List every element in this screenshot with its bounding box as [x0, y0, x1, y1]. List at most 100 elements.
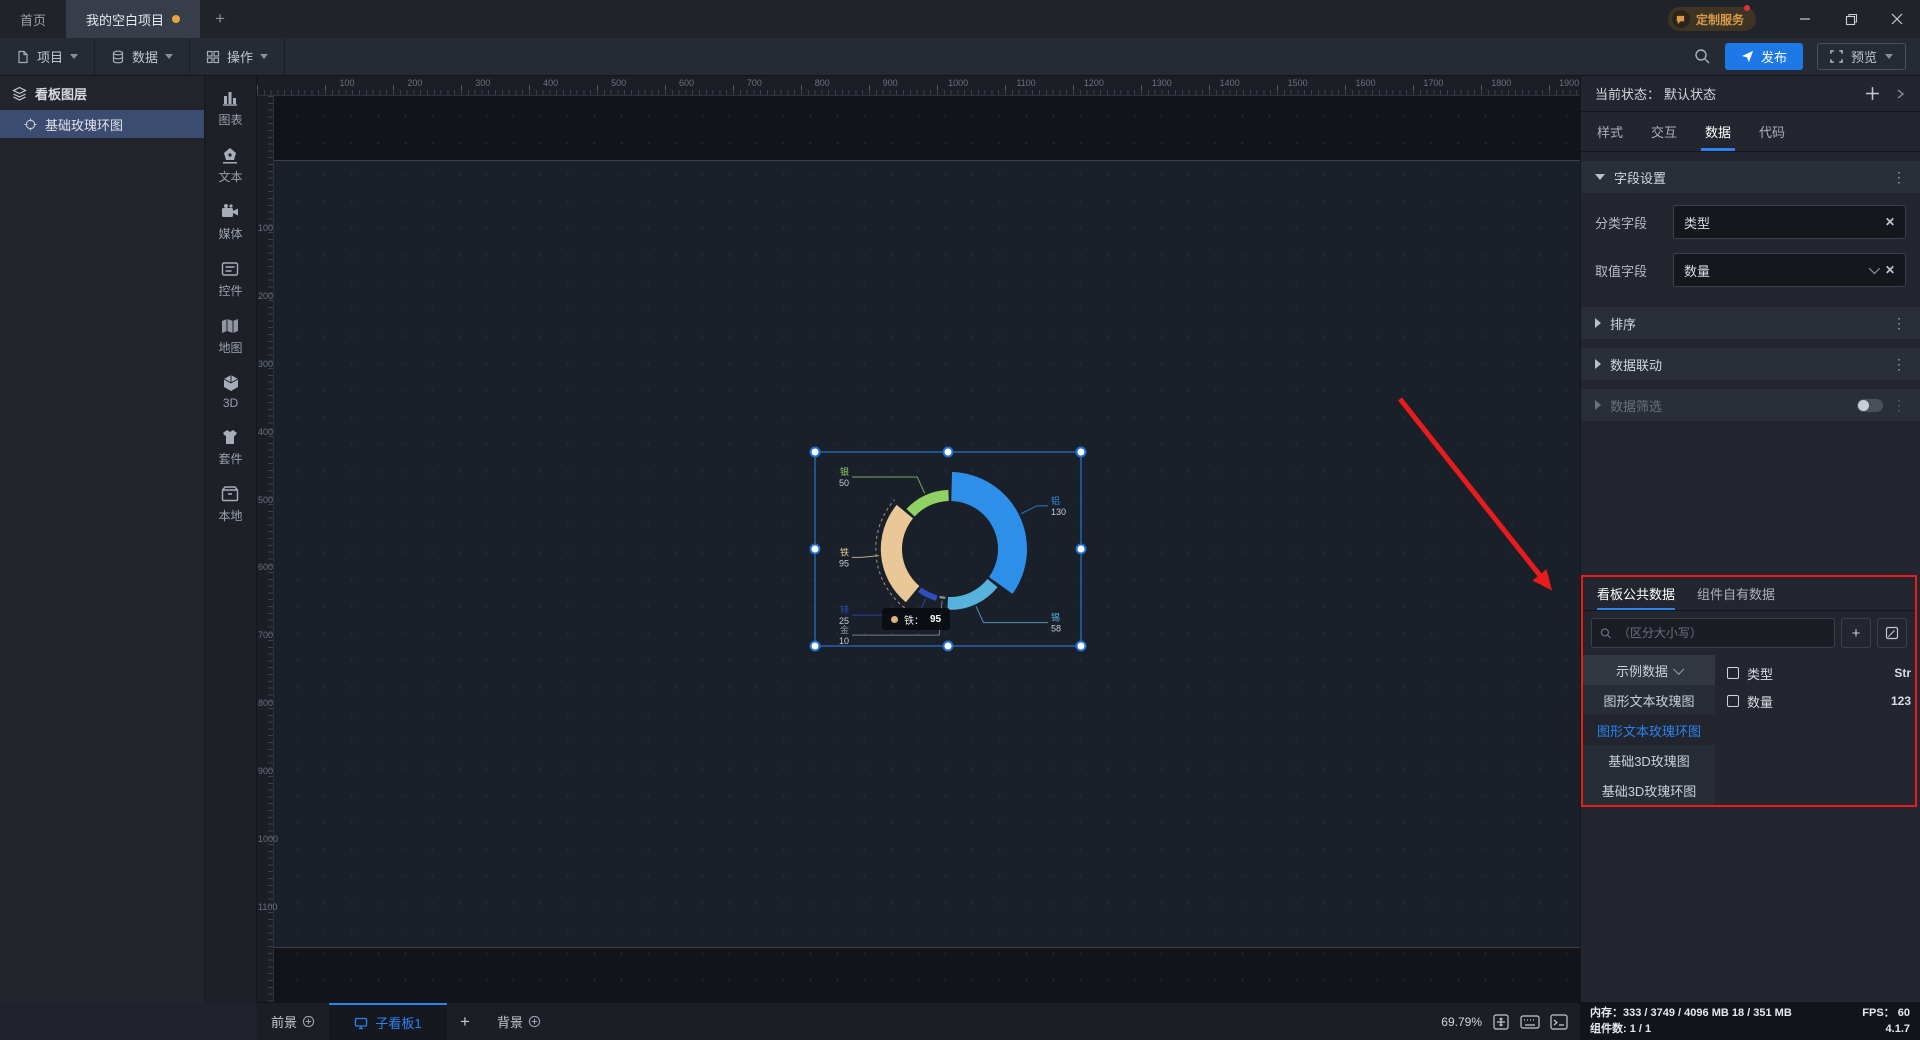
category-field-input[interactable]: 类型 ✕: [1673, 205, 1906, 239]
tab-board-shared-data[interactable]: 看板公共数据: [1597, 577, 1675, 610]
value-field-row: 取值字段 数量 ✕: [1581, 246, 1920, 294]
kebab-menu-icon[interactable]: ⋮: [1892, 315, 1906, 332]
resize-handle[interactable]: [944, 448, 953, 457]
tab-component-own-data[interactable]: 组件自有数据: [1697, 577, 1775, 610]
terminal-icon[interactable]: [1550, 1014, 1568, 1030]
slice-银[interactable]: [906, 490, 948, 517]
slice-label-name: 锡: [1051, 613, 1060, 623]
resize-handle[interactable]: [1077, 448, 1086, 457]
edit-dataset-button[interactable]: [1877, 618, 1907, 648]
kebab-menu-icon[interactable]: ⋮: [1892, 169, 1906, 186]
subboard-tab[interactable]: 子看板1: [329, 1003, 447, 1040]
chevron-down-icon: [165, 54, 173, 59]
menu-actions[interactable]: 操作: [190, 38, 285, 75]
tool-local[interactable]: 本地: [218, 484, 242, 524]
slice-锌[interactable]: [918, 588, 937, 601]
resize-handle[interactable]: [944, 642, 953, 651]
chart-tooltip: 铁： 95: [882, 608, 950, 630]
clear-icon[interactable]: ✕: [1885, 215, 1895, 229]
tool-text[interactable]: 文本: [218, 145, 242, 185]
tool-kits[interactable]: 套件: [218, 427, 242, 467]
search-icon: [1600, 627, 1612, 640]
layer-item-rose-ring[interactable]: 基础玫瑰环图: [0, 110, 204, 138]
kebab-menu-icon[interactable]: ⋮: [1892, 397, 1906, 414]
design-canvas[interactable]: 1002003004005006007008009001000110012001…: [257, 76, 1580, 1002]
clear-icon[interactable]: ✕: [1885, 263, 1895, 277]
search-icon[interactable]: [1694, 48, 1711, 65]
zoom-level[interactable]: 69.79%: [1441, 1015, 1482, 1029]
tab-data[interactable]: 数据: [1705, 112, 1731, 151]
dataset-source-select[interactable]: 示例数据: [1583, 655, 1715, 685]
status-bar: 内存：333 / 3749 / 4096 MB 18 / 351 MB FPS：…: [1580, 1002, 1920, 1040]
ruler-label: 100: [339, 78, 354, 88]
tab-style[interactable]: 样式: [1597, 112, 1623, 151]
menu-project[interactable]: 项目: [0, 38, 95, 75]
section-data-linkage[interactable]: 数据联动 ⋮: [1581, 348, 1920, 380]
maximize-button[interactable]: [1828, 13, 1874, 26]
window-tab-label: 我的空白项目: [86, 10, 164, 29]
value-field-select[interactable]: 数量 ✕: [1673, 253, 1906, 287]
checkbox-icon[interactable]: [1727, 695, 1739, 707]
ruler-label: 1600: [1355, 78, 1375, 88]
resize-handle[interactable]: [811, 545, 820, 554]
background-button[interactable]: 背景: [483, 1003, 555, 1040]
slice-锡[interactable]: [947, 579, 997, 610]
video-camera-icon: [220, 202, 240, 222]
resize-handle[interactable]: [1077, 545, 1086, 554]
dataset-item-selected[interactable]: 图形文本玫瑰环图: [1583, 715, 1715, 745]
new-tab-button[interactable]: +: [200, 0, 240, 38]
selected-chart-component[interactable]: 铝130锡58银50铁95锌25金10 铁： 95: [812, 448, 1084, 650]
ruler-label: 600: [258, 562, 273, 572]
add-dataset-button[interactable]: +: [1841, 618, 1871, 648]
resize-handle[interactable]: [1077, 642, 1086, 651]
keyboard-icon[interactable]: [1520, 1014, 1540, 1030]
slice-铝[interactable]: [951, 472, 1027, 594]
memory-stat: 内存：333 / 3749 / 4096 MB 18 / 351 MB: [1590, 1005, 1792, 1021]
section-field-settings[interactable]: 字段设置 ⋮: [1581, 161, 1920, 193]
window-tab-home[interactable]: 首页: [0, 0, 66, 38]
slice-label-name: 银: [840, 466, 849, 477]
ruler-label: 900: [883, 78, 898, 88]
label-line: [852, 477, 925, 493]
dataset-item[interactable]: 基础3D玫瑰环图: [1583, 775, 1715, 805]
kebab-menu-icon[interactable]: ⋮: [1892, 356, 1906, 373]
add-state-icon[interactable]: [1865, 86, 1880, 101]
dataset-search-input[interactable]: [1618, 626, 1826, 640]
add-subboard-button[interactable]: +: [447, 1003, 483, 1040]
ruler-label: 1700: [1423, 78, 1443, 88]
ruler-label: 300: [258, 359, 273, 369]
resize-handle[interactable]: [811, 448, 820, 457]
tool-3d[interactable]: 3D: [221, 373, 241, 410]
tool-media[interactable]: 媒体: [218, 202, 242, 242]
slice-金[interactable]: [939, 596, 945, 599]
chevron-right-icon[interactable]: [1894, 88, 1906, 100]
minimize-button[interactable]: [1782, 13, 1828, 25]
fit-view-icon[interactable]: [1492, 1013, 1510, 1031]
tool-charts[interactable]: 图表: [218, 88, 242, 128]
custom-service-badge[interactable]: 定制服务: [1668, 7, 1756, 31]
notification-dot-icon: [1744, 5, 1750, 11]
dataset-item[interactable]: 基础3D玫瑰图: [1583, 745, 1715, 775]
section-sort[interactable]: 排序 ⋮: [1581, 307, 1920, 339]
menu-data[interactable]: 数据: [95, 38, 190, 75]
tool-controls[interactable]: 控件: [218, 259, 242, 299]
dataset-item[interactable]: 图形文本玫瑰图: [1583, 685, 1715, 715]
dataset-search-box[interactable]: [1591, 618, 1835, 648]
section-data-filter[interactable]: 数据筛选 ⋮: [1581, 389, 1920, 421]
tab-interaction[interactable]: 交互: [1651, 112, 1677, 151]
checkbox-icon[interactable]: [1727, 667, 1739, 679]
close-button[interactable]: [1874, 13, 1920, 25]
label-line: [1021, 506, 1048, 514]
ruler-label: 400: [258, 427, 273, 437]
preview-button[interactable]: 预览: [1817, 43, 1906, 70]
tab-code[interactable]: 代码: [1759, 112, 1785, 151]
slice-铁[interactable]: [881, 505, 920, 602]
resize-handle[interactable]: [811, 642, 820, 651]
ruler-label: 900: [258, 766, 273, 776]
foreground-button[interactable]: 前景: [257, 1003, 329, 1040]
window-tab-project[interactable]: 我的空白项目: [66, 0, 200, 38]
triangle-right-icon: [1595, 359, 1601, 369]
publish-button[interactable]: 发布: [1725, 43, 1803, 70]
tool-map[interactable]: 地图: [218, 316, 242, 356]
filter-toggle-off[interactable]: [1857, 399, 1883, 412]
